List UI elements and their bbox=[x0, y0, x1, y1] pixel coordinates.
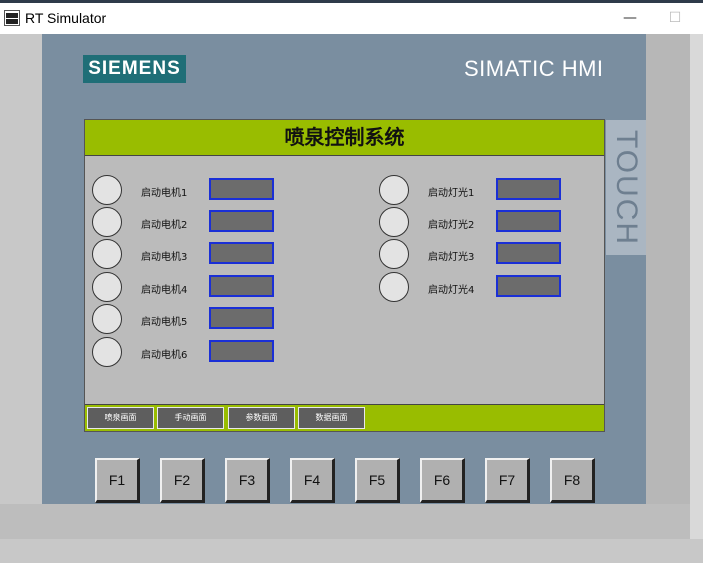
motor-2-indicator bbox=[92, 207, 122, 237]
light-3-indicator bbox=[379, 239, 409, 269]
motor-4-label: 启动电机4 bbox=[141, 285, 188, 296]
f5-key[interactable]: F5 bbox=[355, 458, 400, 503]
motor-6-label: 启动电机6 bbox=[141, 350, 188, 361]
motor-1-indicator bbox=[92, 175, 122, 205]
f7-key[interactable]: F7 bbox=[485, 458, 530, 503]
touch-label: TOUCH bbox=[610, 129, 643, 246]
light-4-label: 启动灯光4 bbox=[428, 285, 475, 296]
title-bar-top-border bbox=[0, 0, 703, 3]
f6-key[interactable]: F6 bbox=[420, 458, 465, 503]
hmi-bezel-side bbox=[646, 34, 690, 539]
f3-key[interactable]: F3 bbox=[225, 458, 270, 503]
motor-4-field[interactable] bbox=[209, 275, 274, 297]
motor-5-label: 启动电机5 bbox=[141, 317, 188, 328]
light-4-field[interactable] bbox=[496, 275, 561, 297]
motor-2-label: 启动电机2 bbox=[141, 220, 188, 231]
motor-4-indicator bbox=[92, 272, 122, 302]
light-1-label: 启动灯光1 bbox=[428, 188, 475, 199]
title-bar: RT Simulator — ☐ bbox=[0, 0, 703, 34]
light-2-label: 启动灯光2 bbox=[428, 220, 475, 231]
motor-3-label: 启动电机3 bbox=[141, 252, 188, 263]
motor-6-indicator bbox=[92, 337, 122, 367]
nav-manual-screen-button[interactable]: 手动画面 bbox=[157, 407, 224, 429]
light-3-label: 启动灯光3 bbox=[428, 252, 475, 263]
siemens-logo: SIEMENS bbox=[83, 55, 186, 83]
light-2-field[interactable] bbox=[496, 210, 561, 232]
screen-title: 喷泉控制系统 bbox=[284, 125, 405, 149]
f1-key[interactable]: F1 bbox=[95, 458, 140, 503]
light-1-indicator bbox=[379, 175, 409, 205]
motor-1-field[interactable] bbox=[209, 178, 274, 200]
nav-fountain-screen-button[interactable]: 喷泉画面 bbox=[87, 407, 154, 429]
motor-1-label: 启动电机1 bbox=[141, 188, 188, 199]
f8-key[interactable]: F8 bbox=[550, 458, 595, 503]
motor-6-field[interactable] bbox=[209, 340, 274, 362]
motor-2-field[interactable] bbox=[209, 210, 274, 232]
motor-5-field[interactable] bbox=[209, 307, 274, 329]
window-title: RT Simulator bbox=[25, 10, 107, 26]
nav-data-screen-button[interactable]: 数据画面 bbox=[298, 407, 365, 429]
screen-nav-bar: 喷泉画面 手动画面 参数画面 数据画面 bbox=[85, 404, 604, 431]
f2-key[interactable]: F2 bbox=[160, 458, 205, 503]
motor-3-field[interactable] bbox=[209, 242, 274, 264]
light-3-field[interactable] bbox=[496, 242, 561, 264]
maximize-button[interactable]: ☐ bbox=[663, 8, 687, 28]
f4-key[interactable]: F4 bbox=[290, 458, 335, 503]
hmi-bezel-bottom bbox=[0, 504, 690, 539]
screen-header: 喷泉控制系统 bbox=[85, 120, 604, 156]
touch-label-strip: TOUCH bbox=[606, 120, 646, 255]
app-icon bbox=[4, 10, 20, 26]
nav-parameter-screen-button[interactable]: 参数画面 bbox=[228, 407, 295, 429]
motor-5-indicator bbox=[92, 304, 122, 334]
minimize-button[interactable]: — bbox=[618, 8, 642, 28]
motor-3-indicator bbox=[92, 239, 122, 269]
light-2-indicator bbox=[379, 207, 409, 237]
hmi-screen: 喷泉控制系统 启动电机1 启动电机2 启动电机3 启动电机4 启动电机5 启动电… bbox=[84, 119, 605, 432]
simatic-hmi-label: SIMATIC HMI bbox=[464, 56, 604, 81]
frame-edge bbox=[690, 34, 703, 539]
light-4-indicator bbox=[379, 272, 409, 302]
light-1-field[interactable] bbox=[496, 178, 561, 200]
